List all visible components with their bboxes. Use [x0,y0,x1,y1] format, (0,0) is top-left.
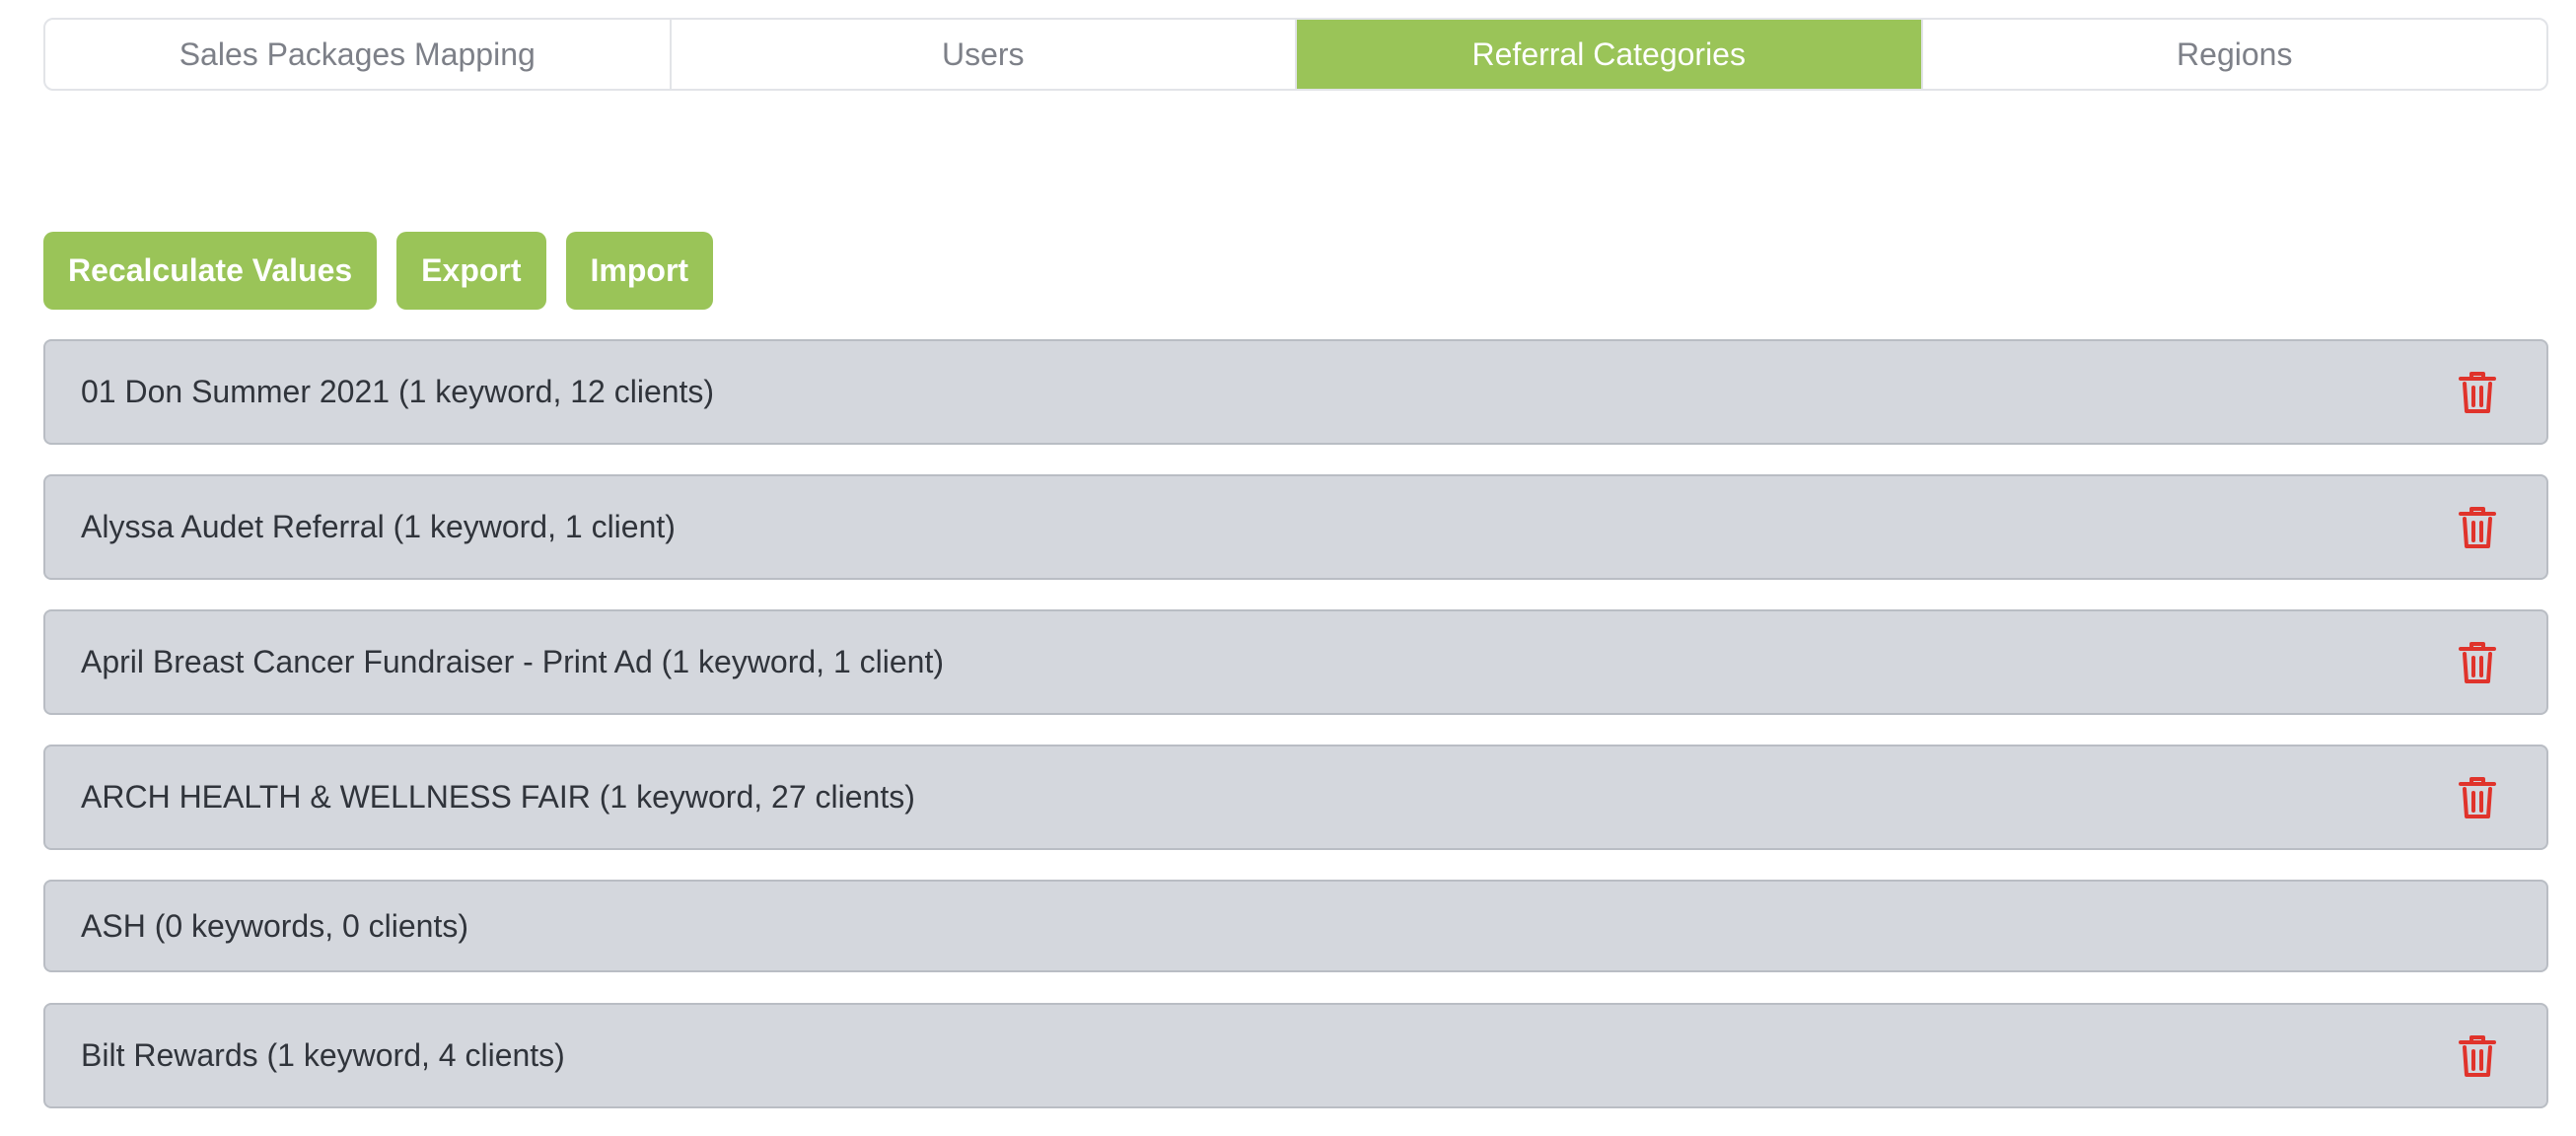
action-bar: Recalculate Values Export Import [43,232,714,310]
category-label: 01 Don Summer 2021 (1 keyword, 12 client… [81,374,715,409]
tab-regions[interactable]: Regions [1923,20,2547,89]
category-row[interactable]: Bilt Rewards (1 keyword, 4 clients) [43,1003,2548,1108]
category-row[interactable]: April Breast Cancer Fundraiser - Print A… [43,609,2548,715]
category-label: Alyssa Audet Referral (1 keyword, 1 clie… [81,509,676,544]
recalculate-values-button[interactable]: Recalculate Values [43,232,378,310]
trash-icon[interactable] [2458,506,2497,549]
category-label: April Breast Cancer Fundraiser - Print A… [81,644,944,679]
page: Sales Packages Mapping Users Referral Ca… [0,0,2576,1136]
category-label: Bilt Rewards (1 keyword, 4 clients) [81,1037,565,1073]
category-row[interactable]: ARCH HEALTH & WELLNESS FAIR (1 keyword, … [43,745,2548,850]
category-label: ARCH HEALTH & WELLNESS FAIR (1 keyword, … [81,779,915,815]
trash-icon[interactable] [2458,776,2497,819]
tab-bar: Sales Packages Mapping Users Referral Ca… [43,18,2548,91]
tab-users[interactable]: Users [672,20,1297,89]
category-row[interactable]: Alyssa Audet Referral (1 keyword, 1 clie… [43,474,2548,580]
import-button[interactable]: Import [565,232,714,310]
trash-icon[interactable] [2458,641,2497,684]
category-row[interactable]: 01 Don Summer 2021 (1 keyword, 12 client… [43,339,2548,445]
category-label: ASH (0 keywords, 0 clients) [81,907,469,944]
tab-referral-categories[interactable]: Referral Categories [1297,20,1923,89]
trash-icon[interactable] [2458,1034,2497,1078]
category-row[interactable]: ASH (0 keywords, 0 clients) [43,880,2548,972]
export-button[interactable]: Export [396,232,546,310]
tab-sales-packages-mapping[interactable]: Sales Packages Mapping [45,20,672,89]
trash-icon[interactable] [2458,371,2497,414]
